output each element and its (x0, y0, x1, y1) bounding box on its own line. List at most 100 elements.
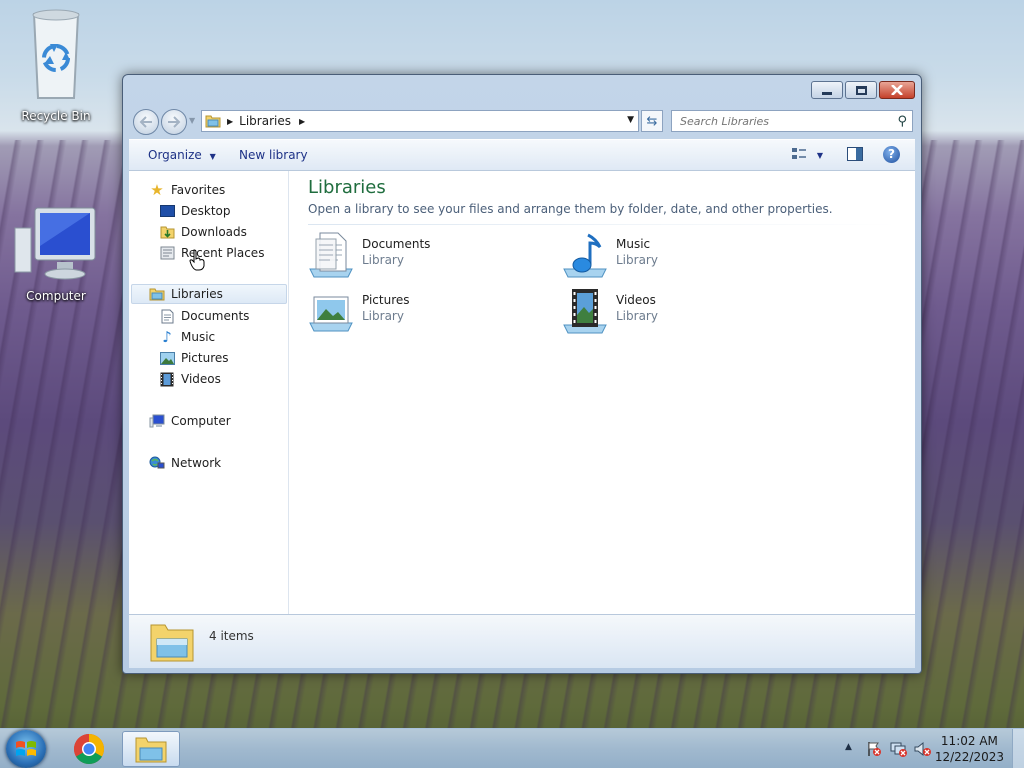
network-status-icon[interactable] (890, 741, 908, 760)
address-bar[interactable]: ▶ Libraries ▶ ▼ (201, 110, 639, 132)
documents-library-icon (308, 231, 356, 279)
nav-downloads[interactable]: Downloads (159, 222, 247, 242)
music-note-icon: ♪ (162, 328, 172, 346)
nav-desktop[interactable]: Desktop (159, 201, 231, 221)
change-view-button[interactable]: ▼ (791, 147, 823, 164)
nav-label: Network (171, 456, 222, 470)
library-item-pictures[interactable]: Pictures Library (308, 287, 538, 339)
preview-pane-icon (847, 147, 863, 161)
system-clock[interactable]: 11:02 AM 12/22/2023 (935, 733, 1004, 765)
taskbar: ▲ 11:02 AM 12/22/2023 (0, 728, 1024, 768)
explorer-folder-icon (135, 737, 167, 763)
library-type: Library (616, 253, 658, 267)
window-controls (811, 81, 915, 99)
explorer-window: ▼ ▶ Libraries ▶ ▼ ⇆ ⚲ Organize ▼ New lib… (122, 74, 922, 674)
documents-icon (159, 308, 175, 324)
music-library-icon (562, 231, 610, 279)
nav-label: Videos (181, 372, 221, 386)
forward-button[interactable] (161, 109, 187, 135)
preview-pane-button[interactable] (847, 147, 863, 164)
refresh-icon: ⇆ (646, 113, 658, 129)
nav-label: Downloads (181, 225, 247, 239)
recent-pages-dropdown[interactable]: ▼ (189, 116, 195, 125)
library-item-videos[interactable]: Videos Library (562, 287, 792, 339)
libraries-large-icon (149, 619, 195, 666)
close-icon (891, 85, 903, 95)
page-subtitle: Open a library to see your files and arr… (308, 202, 833, 216)
new-library-button[interactable]: New library (239, 148, 308, 162)
organize-label: Organize (148, 148, 202, 162)
desktop-icon-computer[interactable]: Computer (11, 206, 101, 303)
breadcrumb-arrow-icon[interactable]: ▶ (227, 117, 233, 126)
navigation-pane: ★ Favorites Desktop Downloads Recent Pla… (129, 171, 289, 614)
back-button[interactable] (133, 109, 159, 135)
refresh-button[interactable]: ⇆ (641, 110, 663, 132)
address-dropdown-icon[interactable]: ▼ (627, 115, 634, 125)
recent-places-icon (159, 245, 175, 261)
show-hidden-icons-button[interactable]: ▲ (845, 742, 852, 752)
nav-label: Desktop (181, 204, 231, 218)
libraries-icon (149, 286, 165, 302)
volume-muted-icon[interactable] (914, 741, 932, 760)
explorer-content: ★ Favorites Desktop Downloads Recent Pla… (129, 171, 915, 614)
nav-label: Pictures (181, 351, 229, 365)
chevron-down-icon: ▼ (209, 152, 216, 161)
show-desktop-button[interactable] (1012, 729, 1024, 768)
library-name: Videos (616, 293, 656, 307)
library-type: Library (362, 309, 404, 323)
chrome-icon (73, 734, 105, 765)
nav-documents[interactable]: Documents (159, 306, 249, 326)
nav-network[interactable]: Network (149, 453, 221, 473)
action-center-icon[interactable] (866, 741, 882, 760)
pictures-library-icon (308, 287, 356, 335)
start-button[interactable] (6, 730, 46, 768)
library-item-documents[interactable]: Documents Library (308, 231, 538, 283)
organize-button[interactable]: Organize ▼ (148, 148, 216, 162)
desktop-icon-label: Recycle Bin (21, 109, 91, 123)
film-strip-icon (159, 371, 175, 387)
search-input[interactable] (680, 114, 880, 128)
minimize-button[interactable] (811, 81, 843, 99)
back-arrow-icon (139, 116, 152, 128)
library-name: Music (616, 237, 651, 251)
windows-logo-icon (16, 741, 36, 756)
taskbar-explorer-button[interactable] (122, 731, 180, 767)
desktop-icon-recycle-bin[interactable]: Recycle Bin (11, 8, 101, 123)
network-icon (149, 455, 165, 471)
nav-libraries[interactable]: Libraries (131, 284, 287, 304)
desktop-icon-label: Computer (26, 289, 86, 303)
desktop-icon (159, 203, 175, 219)
nav-favorites[interactable]: ★ Favorites (149, 180, 225, 200)
clock-date: 12/22/2023 (934, 750, 1004, 764)
maximize-icon (855, 85, 867, 95)
nav-recent-places[interactable]: Recent Places (159, 243, 264, 263)
search-icon[interactable]: ⚲ (897, 114, 907, 129)
computer-icon (149, 413, 165, 429)
help-icon: ? (883, 146, 900, 163)
nav-label: Favorites (171, 183, 226, 197)
nav-music[interactable]: ♪ Music (159, 327, 215, 347)
close-button[interactable] (879, 81, 915, 99)
help-button[interactable]: ? (883, 146, 900, 163)
header-divider (308, 224, 897, 225)
nav-label: Documents (181, 309, 250, 323)
breadcrumb-arrow-icon[interactable]: ▶ (299, 117, 305, 126)
forward-arrow-icon (168, 116, 181, 128)
taskbar-chrome-button[interactable] (60, 731, 118, 767)
maximize-button[interactable] (845, 81, 877, 99)
view-options-icon (792, 148, 806, 159)
nav-label: Computer (171, 414, 231, 428)
library-type: Library (362, 253, 404, 267)
nav-videos[interactable]: Videos (159, 369, 221, 389)
search-box[interactable]: ⚲ (671, 110, 913, 132)
library-name: Documents (362, 237, 431, 251)
videos-library-icon (562, 287, 610, 335)
library-item-music[interactable]: Music Library (562, 231, 792, 283)
nav-label: Libraries (171, 287, 223, 301)
downloads-folder-icon (159, 224, 175, 240)
nav-computer[interactable]: Computer (149, 411, 231, 431)
breadcrumb-libraries[interactable]: Libraries (239, 114, 291, 128)
mouse-cursor (189, 249, 207, 274)
command-bar: Organize ▼ New library ▼ ? (129, 139, 915, 171)
nav-pictures[interactable]: Pictures (159, 348, 229, 368)
